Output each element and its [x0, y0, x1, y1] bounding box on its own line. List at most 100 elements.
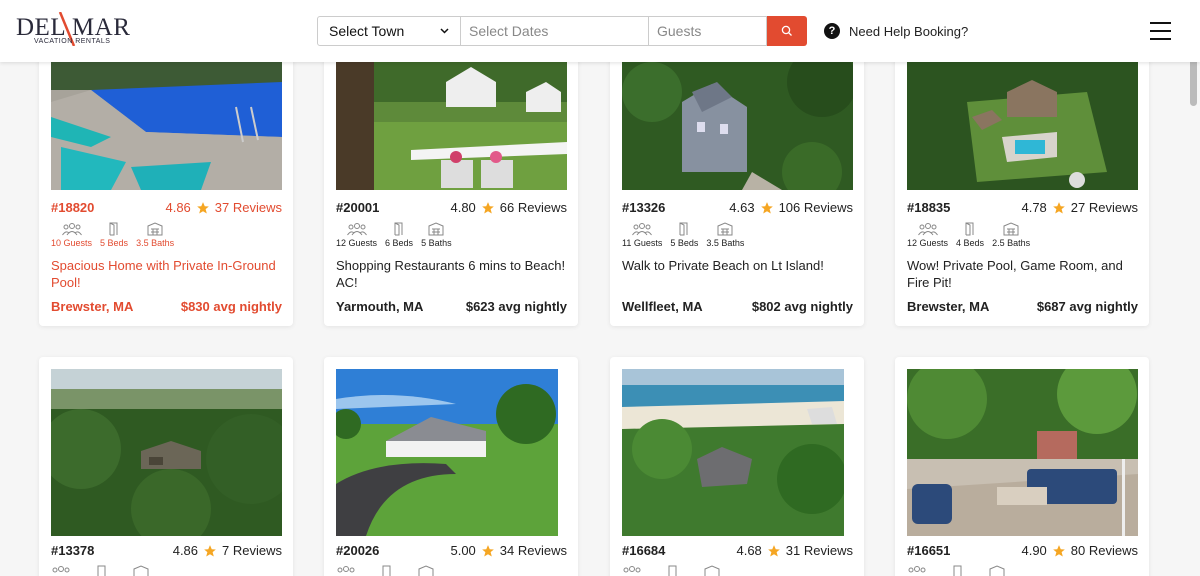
- guests-count: 10 Guests: [51, 238, 93, 248]
- listing-title[interactable]: Wow! Private Pool, Game Room, and Fire P…: [907, 257, 1138, 291]
- listing-card[interactable]: #13326 4.63 106 Reviews 11 Guests 5 Beds…: [610, 40, 864, 326]
- baths-count: 2.5 Baths: [992, 238, 1031, 248]
- listing-id: #13378: [51, 543, 95, 558]
- chevron-down-icon: [440, 28, 449, 34]
- listing-card[interactable]: #18820 4.86 37 Reviews 10 Guests 5 Beds …: [39, 40, 293, 326]
- listing-photo[interactable]: [622, 369, 844, 536]
- logo[interactable]: DEL MAR VACATION RENTALS: [16, 12, 136, 46]
- rating: 4.80 66 Reviews: [450, 200, 567, 215]
- door-icon: [953, 565, 962, 576]
- logo-subtitle: VACATION RENTALS: [34, 38, 111, 45]
- door-icon: [109, 222, 118, 236]
- listing-card[interactable]: #13378 4.86 7 Reviews: [39, 357, 293, 576]
- listing-id: #20001: [336, 200, 380, 215]
- beds-amenity: [95, 565, 109, 576]
- listing-photo[interactable]: [907, 369, 1138, 536]
- door-icon: [668, 565, 677, 576]
- guests-amenity: [336, 565, 356, 576]
- rating: 4.86 37 Reviews: [165, 200, 282, 215]
- rating-value: 4.86: [172, 543, 199, 558]
- guests-icon: [337, 566, 355, 573]
- listing-card[interactable]: #20001 4.80 66 Reviews 12 Guests 6 Beds …: [324, 40, 578, 326]
- baths-count: 3.5 Baths: [706, 238, 745, 248]
- listing-photo[interactable]: [907, 62, 1138, 190]
- door-icon: [382, 565, 391, 576]
- guests-amenity: [622, 565, 642, 576]
- review-count: 37 Reviews: [214, 200, 282, 215]
- guests-amenity: [907, 565, 927, 576]
- listing-id: #20026: [336, 543, 380, 558]
- guests-count: 12 Guests: [907, 238, 949, 248]
- listing-card[interactable]: #18835 4.78 27 Reviews 12 Guests 4 Beds …: [895, 40, 1149, 326]
- beds-amenity: [666, 565, 680, 576]
- door-icon: [679, 222, 688, 236]
- baths-amenity: [704, 565, 720, 576]
- rating: 4.86 7 Reviews: [173, 543, 282, 558]
- listing-title[interactable]: Shopping Restaurants 6 mins to Beach! AC…: [336, 257, 567, 291]
- bath-icon: [704, 565, 720, 576]
- beds-amenity: [951, 565, 965, 576]
- amenities: [622, 565, 720, 576]
- listing-card[interactable]: #20026 5.00 34 Reviews: [324, 357, 578, 576]
- bath-icon: [133, 565, 149, 576]
- rating-value: 4.86: [165, 200, 191, 215]
- baths-amenity: 3.5 Baths: [136, 222, 174, 248]
- help-booking-link[interactable]: ? Need Help Booking?: [824, 23, 968, 39]
- listing-id: #16684: [622, 543, 666, 558]
- search-button[interactable]: [767, 16, 807, 46]
- rating: 4.90 80 Reviews: [1021, 543, 1138, 558]
- guests-icon: [52, 566, 70, 573]
- listing-id: #18835: [907, 200, 951, 215]
- guests-icon: [346, 223, 367, 236]
- review-count: 66 Reviews: [499, 200, 567, 215]
- listing-price: $830 avg nightly: [180, 299, 282, 314]
- listing-card[interactable]: #16651 4.90 80 Reviews: [895, 357, 1149, 576]
- bath-icon: [428, 222, 444, 236]
- guests-amenity: 11 Guests: [622, 222, 662, 248]
- listing-title[interactable]: Spacious Home with Private In-Ground Poo…: [51, 257, 282, 291]
- guests-amenity: 12 Guests: [336, 222, 377, 248]
- bath-icon: [147, 222, 163, 236]
- guests-amenity: [51, 565, 71, 576]
- menu-button[interactable]: [1150, 22, 1171, 40]
- guests-input[interactable]: Guests: [649, 16, 767, 46]
- beds-count: 5 Beds: [100, 238, 129, 248]
- guests-icon: [61, 223, 82, 236]
- listing-town: Brewster, MA: [907, 299, 990, 314]
- star-icon: [481, 544, 494, 557]
- baths-amenity: 5 Baths: [421, 222, 452, 248]
- bath-icon: [717, 222, 733, 236]
- amenities: 10 Guests 5 Beds 3.5 Baths: [51, 222, 174, 248]
- listing-card[interactable]: #16684 4.68 31 Reviews: [610, 357, 864, 576]
- listing-photo[interactable]: [336, 62, 567, 190]
- search-icon: [781, 25, 792, 36]
- listing-id: #13326: [622, 200, 666, 215]
- search-bar: Select Town Select Dates Guests: [317, 16, 807, 46]
- listing-photo[interactable]: [336, 369, 558, 536]
- listing-title[interactable]: Walk to Private Beach on Lt Island!: [622, 257, 853, 274]
- guests-amenity: 10 Guests: [51, 222, 92, 248]
- help-icon: ?: [824, 23, 840, 39]
- star-icon: [1052, 544, 1065, 557]
- guests-icon: [908, 566, 926, 573]
- town-select[interactable]: Select Town: [317, 16, 461, 46]
- listing-photo[interactable]: [51, 369, 282, 536]
- listing-price: $623 avg nightly: [465, 299, 567, 314]
- listing-photo[interactable]: [622, 62, 853, 190]
- beds-count: 4 Beds: [956, 238, 985, 248]
- rating: 5.00 34 Reviews: [450, 543, 567, 558]
- review-count: 7 Reviews: [222, 543, 282, 558]
- bath-icon: [1003, 222, 1019, 236]
- door-icon: [97, 565, 106, 576]
- star-icon: [760, 201, 773, 214]
- baths-amenity: [418, 565, 434, 576]
- listing-id: #18820: [51, 200, 95, 215]
- amenities: 12 Guests 4 Beds 2.5 Baths: [907, 222, 1030, 248]
- dates-input[interactable]: Select Dates: [461, 16, 649, 46]
- door-icon: [965, 222, 974, 236]
- beds-amenity: 6 Beds: [385, 222, 413, 248]
- listing-photo[interactable]: [51, 62, 282, 190]
- bath-icon: [418, 565, 434, 576]
- scrollbar[interactable]: [1190, 58, 1197, 106]
- listing-price: $687 avg nightly: [1036, 299, 1138, 314]
